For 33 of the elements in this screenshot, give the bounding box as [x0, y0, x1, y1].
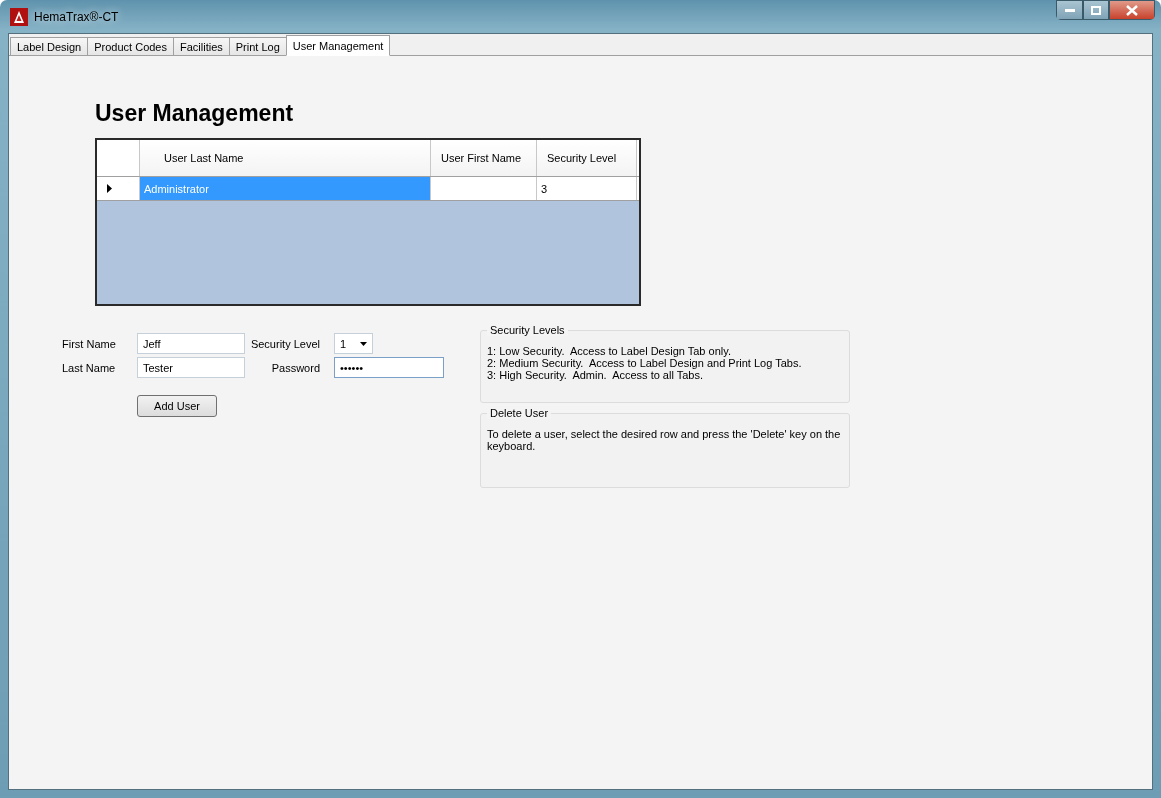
- tab[interactable]: Label Design: [10, 37, 89, 55]
- tab[interactable]: Print Log: [228, 37, 287, 55]
- field-label: Password: [271, 361, 321, 374]
- page-heading: User Management: [95, 100, 295, 127]
- group-title: Delete User: [487, 407, 552, 419]
- group-title: Security Levels: [487, 324, 568, 336]
- last-name-field[interactable]: Tester: [137, 357, 245, 378]
- column-header[interactable]: User First Name: [431, 140, 537, 176]
- field-label: First Name: [62, 337, 116, 350]
- info-text: To delete a user, select the desired row and press the 'Delete' key on the keyboard.: [487, 428, 842, 452]
- field-label: Last Name: [62, 361, 116, 374]
- minimize-button[interactable]: [1056, 0, 1083, 20]
- maximize-button[interactable]: [1083, 0, 1109, 20]
- password-field[interactable]: ••••••: [334, 357, 444, 378]
- maximize-icon: [1091, 5, 1101, 15]
- info-text: 3: High Security. Admin. Access to all Tabs.: [487, 369, 705, 381]
- field-label: Security Level: [250, 337, 321, 350]
- close-icon: [1126, 4, 1138, 16]
- tab[interactable]: User Management: [285, 35, 391, 56]
- info-text: 2: Medium Security. Access to Label Design and Print Log Tabs.: [487, 357, 803, 369]
- dropdown-arrow-icon: [360, 341, 367, 346]
- window-title: HemaTrax®-CT: [34, 9, 119, 24]
- close-button[interactable]: [1109, 0, 1155, 20]
- info-text: 1: Low Security. Access to Label Design Tab only.: [487, 345, 732, 357]
- first-name-field[interactable]: Jeff: [137, 333, 245, 354]
- column-header[interactable]: User Last Name: [140, 140, 431, 176]
- minimize-icon: [1064, 8, 1075, 12]
- add-user-button[interactable]: Add User: [137, 395, 217, 417]
- tab[interactable]: Product Codes: [87, 37, 174, 55]
- security-level-dropdown[interactable]: 1: [334, 333, 373, 354]
- column-header[interactable]: Security Level: [537, 140, 637, 176]
- app-logo-icon: [10, 7, 28, 26]
- tab[interactable]: Facilities: [173, 37, 230, 55]
